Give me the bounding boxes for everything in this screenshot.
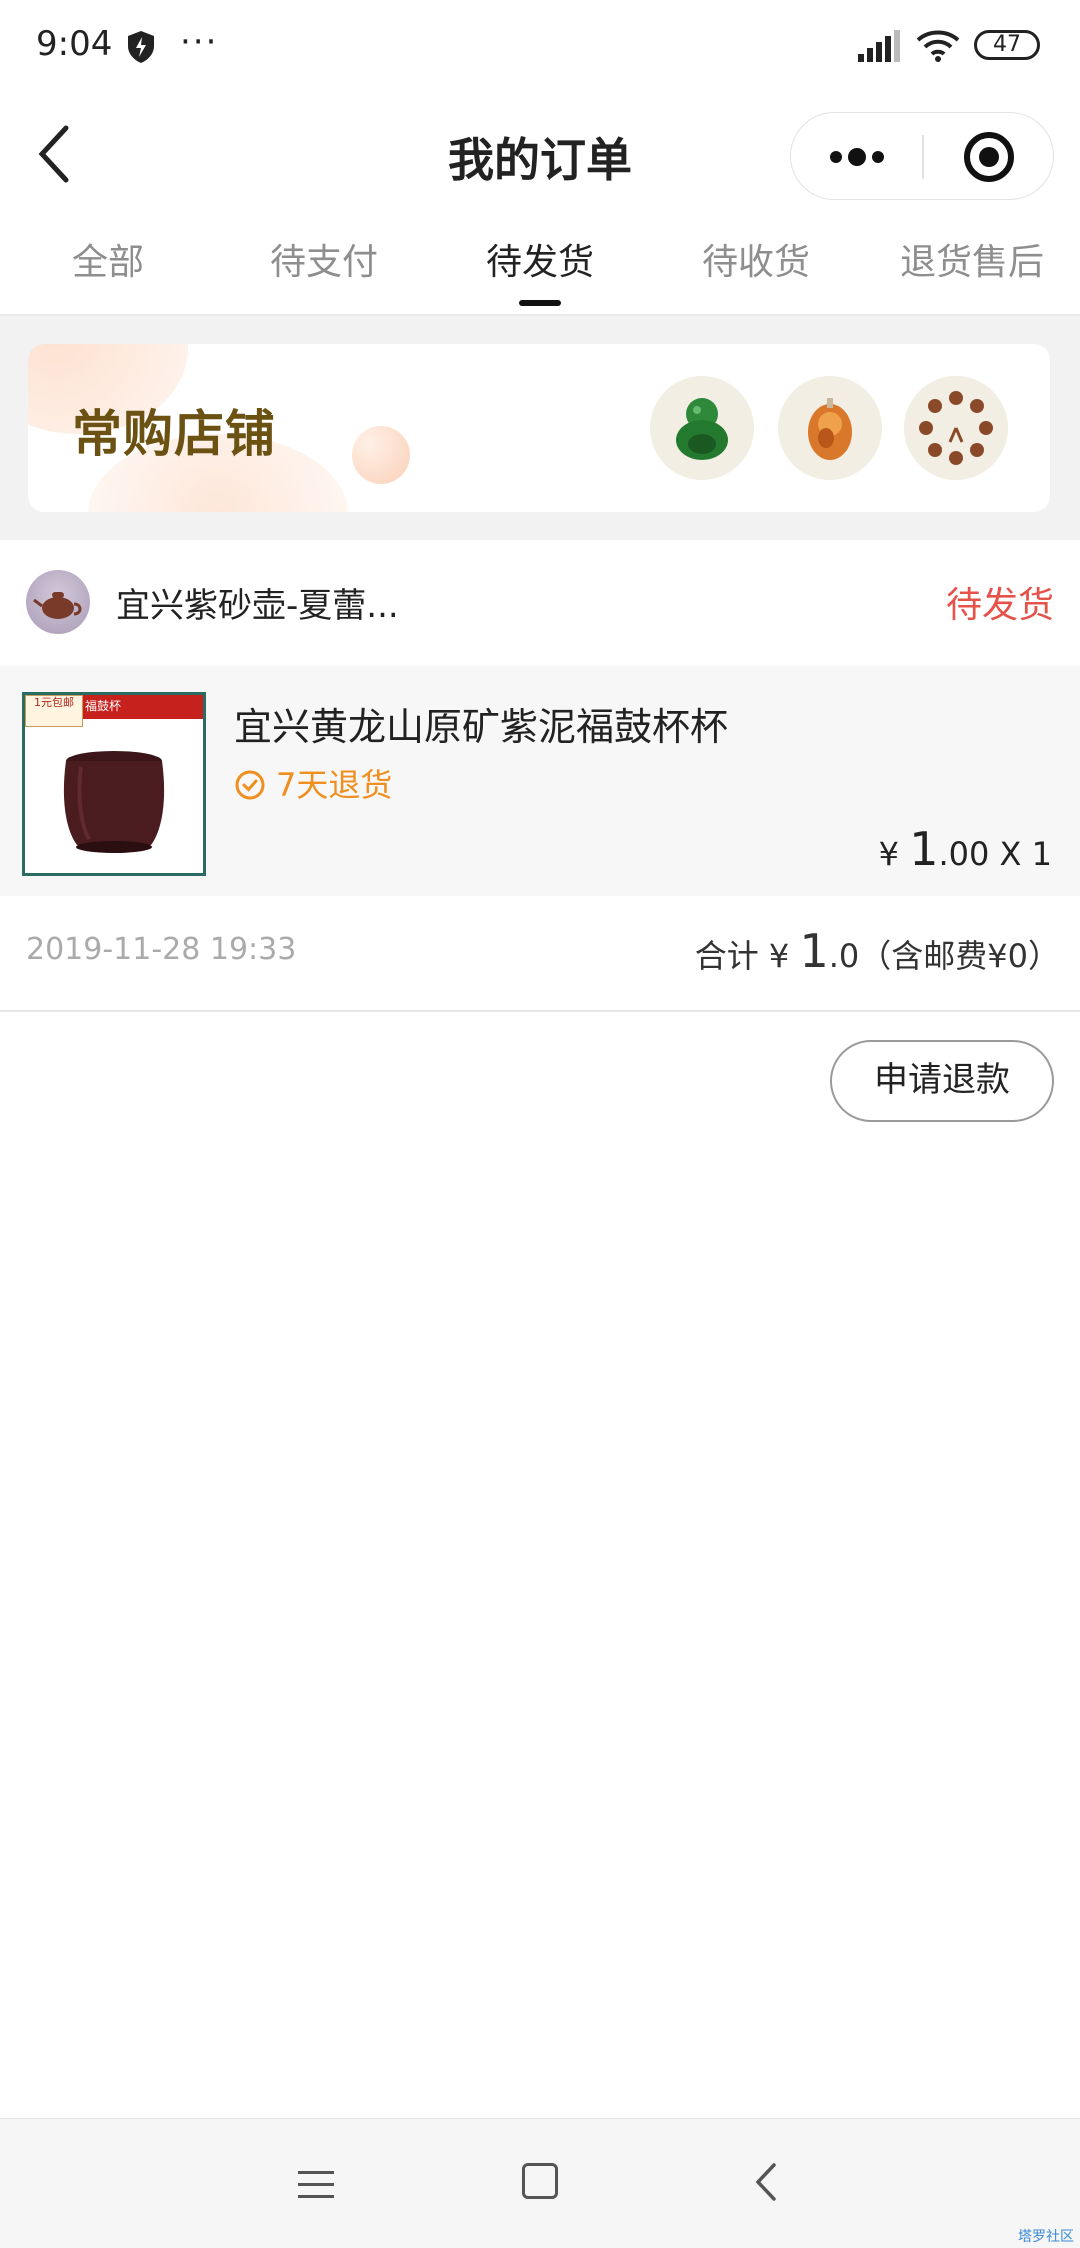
price-currency: ¥ xyxy=(878,835,900,873)
return-policy: 7天退货 xyxy=(234,760,392,806)
amber-pendant-thumb[interactable] xyxy=(778,376,882,480)
shield-icon xyxy=(128,31,154,63)
status-time: 9:04 xyxy=(36,24,113,64)
check-circle-icon xyxy=(235,770,265,800)
more-dots-icon[interactable] xyxy=(791,113,922,199)
status-more-dots: ··· xyxy=(180,22,219,62)
tab-pending-receipt[interactable]: 待收货 xyxy=(648,228,864,314)
battery-icon: 47 xyxy=(974,30,1040,60)
order-summary: 2019-11-28 19:33 合计 ¥ 1.0（含邮费¥0） xyxy=(0,896,1080,1010)
tab-pending-payment[interactable]: 待支付 xyxy=(216,228,432,314)
system-nav-bar: 塔罗社区 xyxy=(0,2118,1080,2248)
shop-name: 宜兴紫砂壶-夏蕾... xyxy=(116,586,399,626)
product-price: ¥ 1.00 X 1 xyxy=(879,822,1052,876)
mini-program-capsule xyxy=(790,112,1054,200)
product-image-badge: 1元包邮 xyxy=(25,695,83,727)
home-icon[interactable] xyxy=(522,2163,558,2199)
close-target-icon[interactable] xyxy=(924,113,1054,199)
summary-divider xyxy=(0,1010,1080,1012)
nav-bar: 我的订单 xyxy=(0,96,1080,216)
product-image-tag: 福鼓杯 xyxy=(85,699,122,713)
wifi-icon xyxy=(916,30,960,62)
product-quantity: X 1 xyxy=(999,835,1052,873)
shipping-note: （含邮费¥0） xyxy=(859,937,1060,975)
price-decimal: .00 xyxy=(938,835,990,873)
shop-avatar xyxy=(26,570,90,634)
order-shop-header[interactable]: 宜兴紫砂壶-夏蕾... 待发货 xyxy=(0,540,1080,666)
signal-icon xyxy=(858,30,900,62)
price-integer: 1 xyxy=(909,822,939,876)
product-image: 福鼓杯 1元包邮 xyxy=(22,692,206,876)
request-refund-button[interactable]: 申请退款 xyxy=(830,1040,1054,1122)
banner-decoration xyxy=(352,426,410,484)
tab-pending-shipment[interactable]: 待发货 xyxy=(432,228,648,314)
order-tabs: 全部 待支付 待发货 待收货 退货售后 xyxy=(0,228,1080,314)
total-label: 合计 xyxy=(694,937,759,975)
banner-title: 常购店铺 xyxy=(72,405,276,463)
menu-icon[interactable] xyxy=(296,2167,336,2203)
total-currency: ¥ xyxy=(768,937,790,975)
status-bar: 9:04 ··· 47 xyxy=(0,0,1080,96)
back-button[interactable] xyxy=(26,118,98,190)
order-total: 合计 ¥ 1.0（含邮费¥0） xyxy=(695,924,1060,978)
tab-returns[interactable]: 退货售后 xyxy=(864,228,1080,314)
total-decimal: .0 xyxy=(828,937,860,975)
total-integer: 1 xyxy=(799,924,829,978)
back-icon[interactable] xyxy=(752,2161,780,2203)
frequent-shops-banner[interactable]: 常购店铺 xyxy=(28,344,1050,512)
teapot-icon xyxy=(33,592,82,619)
watermark: 塔罗社区 xyxy=(1018,2229,1074,2245)
jade-buddha-thumb[interactable] xyxy=(650,376,754,480)
cup-illustration xyxy=(63,751,165,853)
return-policy-label: 7天退货 xyxy=(276,766,393,804)
order-date: 2019-11-28 19:33 xyxy=(26,932,297,967)
order-product-item[interactable]: 福鼓杯 1元包邮 宜兴黄龙山原矿紫泥福鼓杯杯 7天退货 ¥ 1.00 X 1 xyxy=(0,666,1080,896)
order-status-badge: 待发货 xyxy=(945,585,1054,626)
product-title: 宜兴黄龙山原矿紫泥福鼓杯杯 xyxy=(234,705,729,749)
tab-all[interactable]: 全部 xyxy=(0,228,216,314)
bead-bracelet-thumb[interactable] xyxy=(904,376,1008,480)
